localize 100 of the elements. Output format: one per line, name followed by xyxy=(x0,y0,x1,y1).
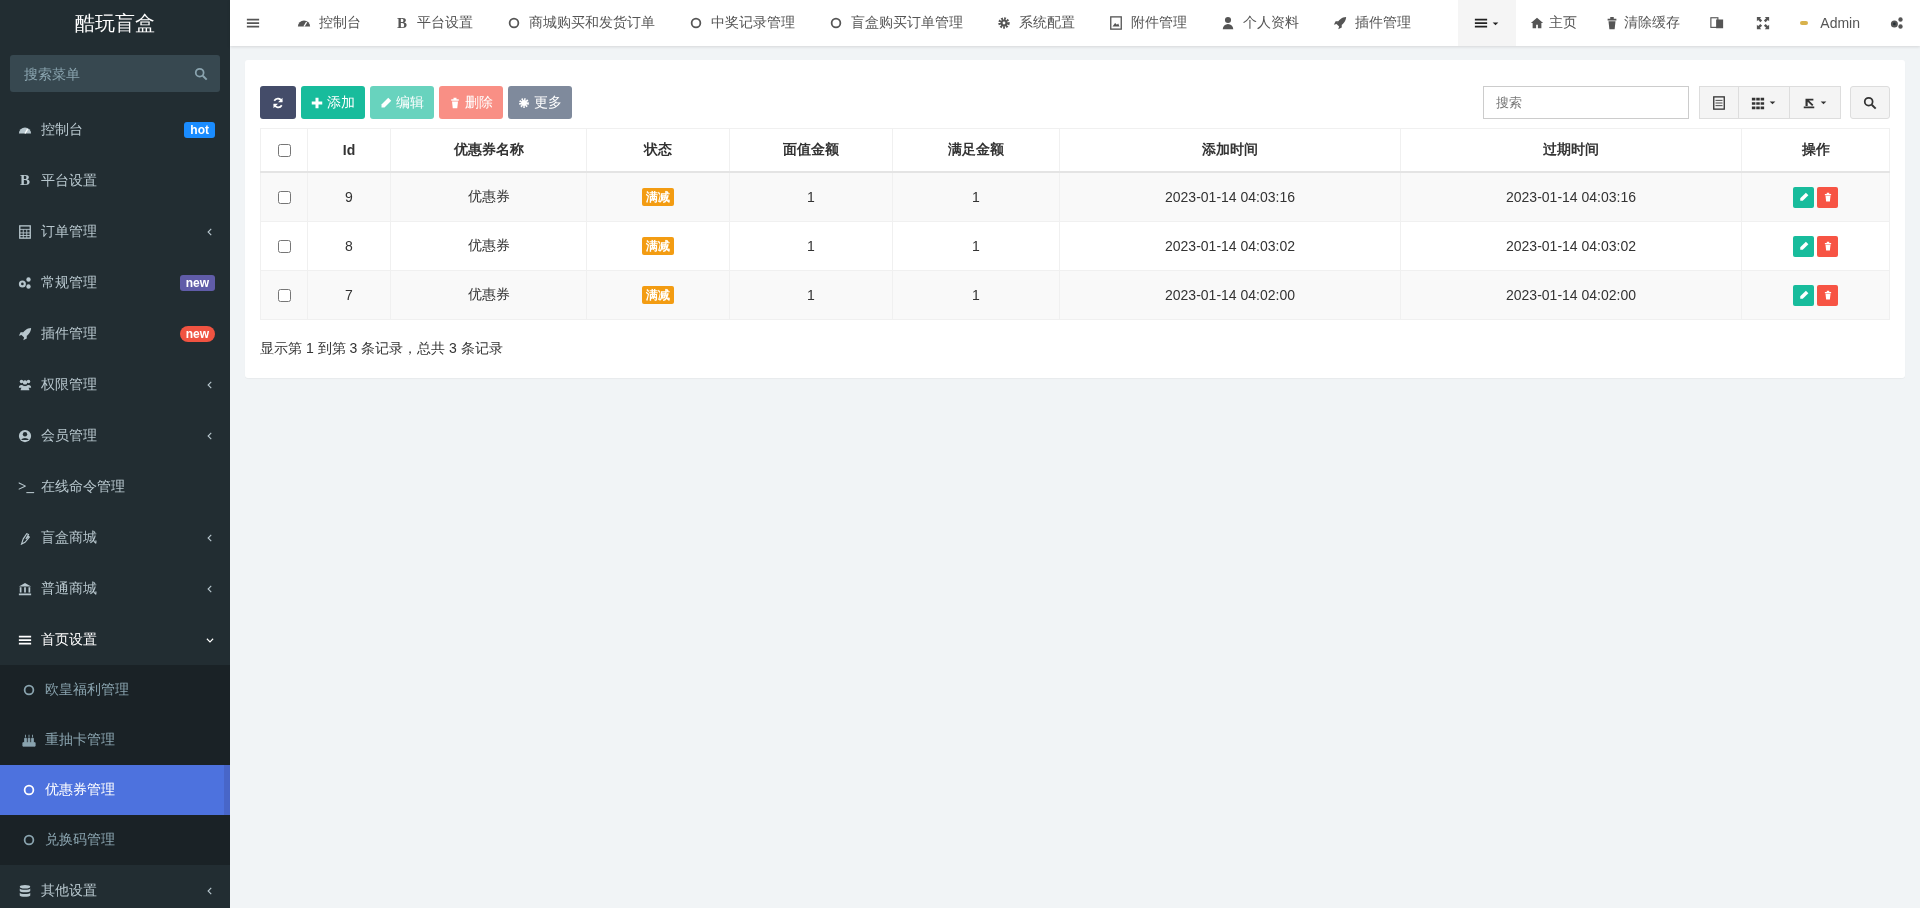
status-label: 满减 xyxy=(642,188,674,206)
menu-glyph: B xyxy=(19,172,31,189)
table-cell: 1 xyxy=(972,238,980,254)
nav-tab[interactable]: 商城购买和发货订单 xyxy=(490,14,672,32)
chevron-left-icon xyxy=(205,430,215,441)
nav-tab[interactable]: 附件管理 xyxy=(1092,14,1204,32)
database-icon xyxy=(18,883,32,898)
submenu-item[interactable]: 重抽卡管理 xyxy=(0,715,230,765)
users-icon xyxy=(18,377,32,392)
table-search-field[interactable]: 搜索 xyxy=(1483,86,1689,119)
rocket-icon xyxy=(18,326,32,341)
sidebar-menu-item[interactable]: 控制台 hot xyxy=(0,104,230,155)
pencil-icon xyxy=(1798,290,1809,300)
edit-button[interactable] xyxy=(1793,235,1814,257)
table-cell: 2023-01-14 04:02:00 xyxy=(1506,287,1636,303)
table-cell: 2023-01-14 04:03:02 xyxy=(1165,238,1295,254)
table-cell: 7 xyxy=(345,287,353,303)
nav-tab[interactable]: 盲盒购买订单管理 xyxy=(812,14,980,32)
nav-tab[interactable]: 中奖记录管理 xyxy=(672,14,812,32)
table-cell: 9 xyxy=(345,189,353,205)
menu-badge: new xyxy=(179,274,215,291)
table-cell: 优惠券 xyxy=(467,237,510,253)
table-cell: 优惠券 xyxy=(467,286,510,302)
image-icon xyxy=(1109,16,1123,30)
delete-button[interactable] xyxy=(1817,235,1838,257)
chevron-left-icon xyxy=(205,885,215,896)
status-label: 满减 xyxy=(642,286,674,304)
trash-icon xyxy=(1822,192,1833,202)
submenu-item[interactable]: 欧皇福利管理 xyxy=(0,665,230,715)
user-menu[interactable]: Admin xyxy=(1786,15,1874,31)
sidebar-menu-item[interactable]: 订单管理 xyxy=(0,206,230,257)
sidebar-menu-item[interactable]: 普通商城 xyxy=(0,563,230,614)
refresh-button[interactable] xyxy=(260,86,296,119)
table-cell: 1 xyxy=(807,189,815,205)
menu-glyph: >_ xyxy=(18,478,32,495)
calculator-icon xyxy=(18,224,32,239)
menu-lines-icon xyxy=(1474,16,1489,30)
sidebar-menu-item[interactable]: 盲盒商城 xyxy=(0,512,230,563)
sidebar-menu-item[interactable]: 首页设置 xyxy=(0,614,230,665)
nav-tab[interactable]: B 平台设置 xyxy=(378,14,490,32)
pencil-icon xyxy=(1798,241,1809,251)
user-circle-icon xyxy=(18,428,32,443)
nav-tab[interactable]: 控制台 xyxy=(280,14,378,32)
sidebar-menu-item[interactable]: 其他设置 xyxy=(0,865,230,908)
chevron-left-icon xyxy=(205,379,215,390)
app-logo: 酷玩盲盒 xyxy=(74,10,156,36)
select-all-checkbox[interactable] xyxy=(278,143,291,157)
settings-icon[interactable] xyxy=(1890,16,1904,30)
circle-icon xyxy=(22,683,36,697)
edit-button[interactable] xyxy=(1793,284,1814,306)
table-cell: 1 xyxy=(972,287,980,303)
bank-icon xyxy=(18,581,32,596)
rocket-icon xyxy=(1333,16,1347,30)
sidebar-menu-item[interactable]: 会员管理 xyxy=(0,410,230,461)
export-button[interactable] xyxy=(1790,86,1841,119)
delete-button[interactable] xyxy=(1817,186,1838,208)
pencil-icon xyxy=(380,96,392,109)
table-cell: 1 xyxy=(972,189,980,205)
edit-button[interactable] xyxy=(1793,186,1814,208)
tabs-dropdown-button[interactable] xyxy=(1458,0,1517,46)
search-button[interactable] xyxy=(1850,86,1890,119)
menu-badge: hot xyxy=(184,121,215,138)
table-cell: 优惠券 xyxy=(467,188,510,204)
nav-link[interactable]: 清除缓存 xyxy=(1591,14,1695,32)
sidebar-menu-item[interactable]: 常规管理 new xyxy=(0,257,230,308)
chevron-left-icon xyxy=(205,583,215,594)
sidebar-menu-item[interactable]: 权限管理 xyxy=(0,359,230,410)
toggle-view-button[interactable] xyxy=(1699,86,1739,119)
gears-icon xyxy=(18,275,32,290)
user-icon xyxy=(1221,16,1235,30)
row-checkbox[interactable] xyxy=(278,288,291,302)
submenu-item[interactable]: 优惠券管理 xyxy=(0,765,230,815)
fullscreen-icon[interactable] xyxy=(1756,16,1771,30)
circle-icon xyxy=(507,16,521,30)
search-icon xyxy=(1863,95,1877,110)
table-cell: 2023-01-14 04:02:00 xyxy=(1165,287,1295,303)
table-cell: 1 xyxy=(807,287,815,303)
circle-icon xyxy=(22,783,36,797)
home-icon xyxy=(1530,16,1545,30)
sidebar-menu-item[interactable]: 插件管理 new xyxy=(0,308,230,359)
trash-icon xyxy=(1822,290,1833,300)
search-icon xyxy=(194,67,208,81)
nav-tab[interactable]: 插件管理 xyxy=(1316,14,1428,32)
nav-glyph: B xyxy=(396,14,408,32)
trash-icon xyxy=(1822,241,1833,251)
sidebar-menu-item[interactable]: >_ 在线命令管理 xyxy=(0,461,230,512)
menu-search-field[interactable]: 搜索菜单 xyxy=(10,55,220,92)
caret-icon xyxy=(1819,98,1828,107)
delete-button[interactable] xyxy=(1817,284,1838,306)
table-cell: 2023-01-14 04:03:16 xyxy=(1165,189,1295,205)
nav-tab[interactable]: 系统配置 xyxy=(980,14,1092,32)
sidebar-menu-item[interactable]: B 平台设置 xyxy=(0,155,230,206)
nav-link[interactable]: 主页 xyxy=(1516,14,1592,32)
columns-button[interactable] xyxy=(1739,86,1790,119)
submenu-item[interactable]: 兑换码管理 xyxy=(0,815,230,865)
caret-icon xyxy=(1768,98,1777,107)
nav-tab[interactable]: 个人资料 xyxy=(1204,14,1316,32)
row-checkbox[interactable] xyxy=(278,190,291,204)
row-checkbox[interactable] xyxy=(278,239,291,253)
menu-icon[interactable] xyxy=(246,16,260,30)
